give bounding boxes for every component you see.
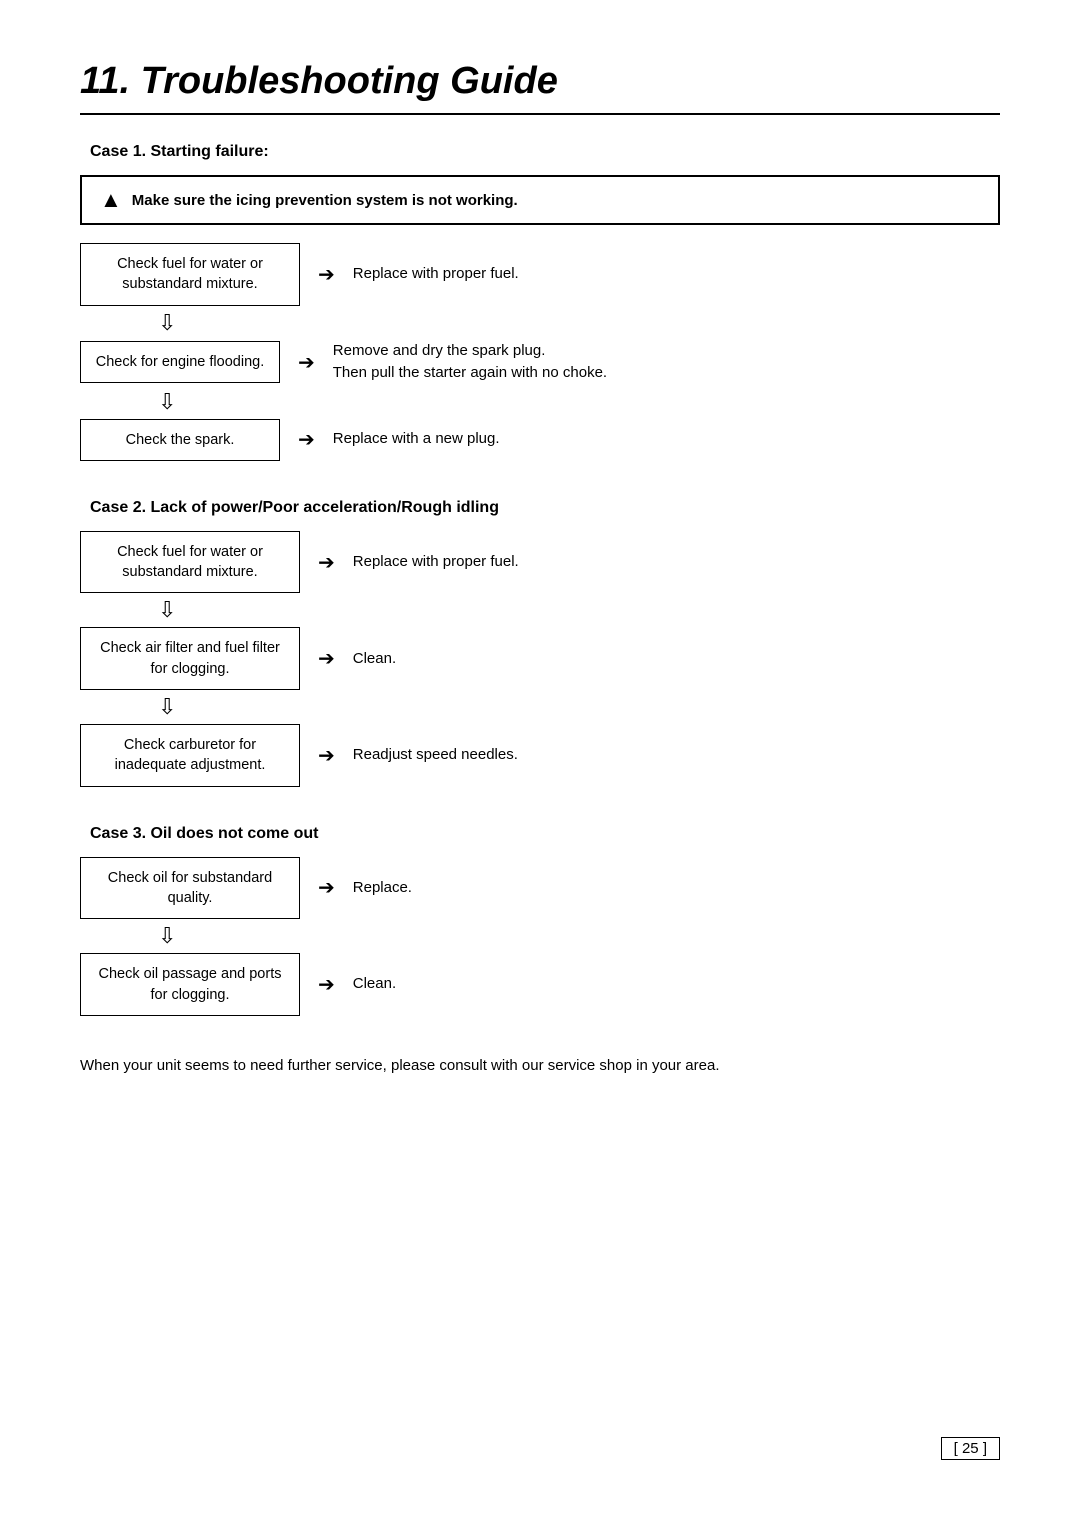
case3-step1-row: Check oil for substandard quality. ➔ Rep… bbox=[80, 857, 1000, 920]
case3-section: Case 3. Oil does not come out Check oil … bbox=[80, 825, 1000, 1016]
case3-step2-box-text: Check oil passage and ports for clogging… bbox=[99, 966, 282, 1002]
case3-step1-box-text: Check oil for substandard quality. bbox=[108, 870, 272, 906]
case1-down1: ⇩ bbox=[80, 310, 1000, 336]
case2-step1-arrow: ➔ bbox=[318, 550, 335, 575]
page-title: 11. Troubleshooting Guide bbox=[80, 60, 1000, 103]
case2-step1-box-text: Check fuel for water or substandard mixt… bbox=[117, 544, 263, 580]
case1-flow: ▲ Make sure the icing prevention system … bbox=[80, 175, 1000, 461]
case3-step2-row: Check oil passage and ports for clogging… bbox=[80, 953, 1000, 1016]
case1-step1-row: Check fuel for water or substandard mixt… bbox=[80, 243, 1000, 306]
case1-step1-box: Check fuel for water or substandard mixt… bbox=[80, 243, 300, 306]
case1-step2-action: Remove and dry the spark plug.Then pull … bbox=[333, 340, 607, 385]
case2-step1-row: Check fuel for water or substandard mixt… bbox=[80, 531, 1000, 594]
case3-step1-arrow: ➔ bbox=[318, 875, 335, 900]
title-divider bbox=[80, 113, 1000, 115]
case1-warning-text: Make sure the icing prevention system is… bbox=[132, 192, 518, 209]
page-wrapper: 11. Troubleshooting Guide Case 1. Starti… bbox=[80, 60, 1000, 1460]
case1-step2-box-text: Check for engine flooding. bbox=[96, 354, 264, 370]
case1-step3-box-text: Check the spark. bbox=[126, 432, 235, 448]
case1-step1-arrow: ➔ bbox=[318, 262, 335, 287]
case2-step3-box-text: Check carburetor for inadequate adjustme… bbox=[115, 737, 266, 773]
case2-down-arrow1: ⇩ bbox=[158, 597, 176, 623]
case1-down-arrow1: ⇩ bbox=[158, 310, 176, 336]
case1-step3-arrow: ➔ bbox=[298, 427, 315, 452]
case2-step2-row: Check air filter and fuel filter for clo… bbox=[80, 627, 1000, 690]
case1-down-arrow2: ⇩ bbox=[158, 389, 176, 415]
case2-step1-box: Check fuel for water or substandard mixt… bbox=[80, 531, 300, 594]
case3-step2-action: Clean. bbox=[353, 973, 396, 996]
case1-down2: ⇩ bbox=[80, 389, 1000, 415]
case1-step3-box: Check the spark. bbox=[80, 419, 280, 461]
case3-down-arrow1: ⇩ bbox=[158, 923, 176, 949]
case3-flow: Check oil for substandard quality. ➔ Rep… bbox=[80, 857, 1000, 1016]
case1-step2-arrow: ➔ bbox=[298, 350, 315, 375]
case3-step1-action: Replace. bbox=[353, 877, 412, 900]
case2-down2: ⇩ bbox=[80, 694, 1000, 720]
case2-step1-action: Replace with proper fuel. bbox=[353, 551, 519, 574]
case3-step2-box: Check oil passage and ports for clogging… bbox=[80, 953, 300, 1016]
footer-text: When your unit seems to need further ser… bbox=[80, 1054, 1000, 1078]
case1-step3-row: Check the spark. ➔ Replace with a new pl… bbox=[80, 419, 1000, 461]
case2-step3-box: Check carburetor for inadequate adjustme… bbox=[80, 724, 300, 787]
case1-step1-box-text: Check fuel for water or substandard mixt… bbox=[117, 256, 263, 292]
page-number: [ 25 ] bbox=[941, 1437, 1000, 1460]
case2-step2-box-text: Check air filter and fuel filter for clo… bbox=[100, 640, 280, 676]
case3-step2-arrow: ➔ bbox=[318, 972, 335, 997]
case2-section: Case 2. Lack of power/Poor acceleration/… bbox=[80, 499, 1000, 787]
case3-step1-box: Check oil for substandard quality. bbox=[80, 857, 300, 920]
case1-title: Case 1. Starting failure: bbox=[90, 143, 1000, 161]
case1-section: Case 1. Starting failure: ▲ Make sure th… bbox=[80, 143, 1000, 461]
case2-step3-action: Readjust speed needles. bbox=[353, 744, 518, 767]
case2-title: Case 2. Lack of power/Poor acceleration/… bbox=[90, 499, 1000, 517]
case1-step2-box: Check for engine flooding. bbox=[80, 341, 280, 383]
case3-title: Case 3. Oil does not come out bbox=[90, 825, 1000, 843]
case2-step2-action: Clean. bbox=[353, 648, 396, 671]
case2-step2-arrow: ➔ bbox=[318, 646, 335, 671]
case1-step3-action: Replace with a new plug. bbox=[333, 428, 500, 451]
page-number-container: [ 25 ] bbox=[941, 1437, 1000, 1460]
case2-step3-arrow: ➔ bbox=[318, 743, 335, 768]
warning-triangle-icon: ▲ bbox=[100, 187, 122, 213]
case1-step1-action: Replace with proper fuel. bbox=[353, 263, 519, 286]
case2-step3-row: Check carburetor for inadequate adjustme… bbox=[80, 724, 1000, 787]
case2-down1: ⇩ bbox=[80, 597, 1000, 623]
page-number-value: 25 bbox=[962, 1440, 979, 1457]
case2-flow: Check fuel for water or substandard mixt… bbox=[80, 531, 1000, 787]
case2-down-arrow2: ⇩ bbox=[158, 694, 176, 720]
case3-down1: ⇩ bbox=[80, 923, 1000, 949]
case1-warning-box: ▲ Make sure the icing prevention system … bbox=[80, 175, 1000, 225]
case2-step2-box: Check air filter and fuel filter for clo… bbox=[80, 627, 300, 690]
case1-step2-row: Check for engine flooding. ➔ Remove and … bbox=[80, 340, 1000, 385]
